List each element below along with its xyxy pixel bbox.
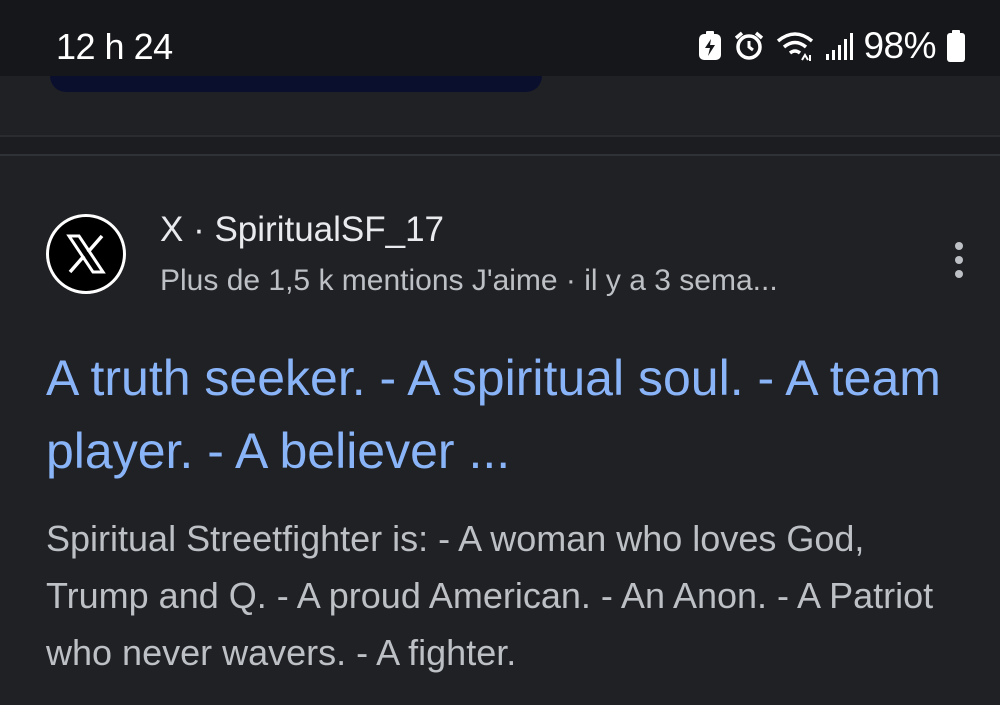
- previous-result-button[interactable]: [50, 76, 542, 92]
- status-icons: 98%: [697, 24, 966, 68]
- status-bar: 12 h 24 98%: [0, 0, 1000, 76]
- battery-percent: 98%: [863, 25, 936, 66]
- result-snippet: Spiritual Streetfighter is: - A woman wh…: [46, 518, 934, 673]
- result-meta: Plus de 1,5 k mentions J'aime · il y a 3…: [160, 264, 778, 297]
- signal-icon: [826, 33, 854, 60]
- battery-saver-icon: [699, 31, 722, 60]
- battery-icon: [947, 30, 965, 62]
- wifi-icon: [777, 32, 814, 61]
- section-gap: [0, 137, 1000, 154]
- x-logo-icon: [46, 214, 126, 294]
- result-title-link[interactable]: A truth seeker. - A spiritual soul. - A …: [46, 342, 976, 488]
- result-source[interactable]: X · SpiritualSF_17: [160, 210, 444, 250]
- status-time: 12 h 24: [56, 26, 173, 67]
- alarm-icon: [735, 31, 764, 60]
- more-vert-icon[interactable]: [940, 236, 978, 284]
